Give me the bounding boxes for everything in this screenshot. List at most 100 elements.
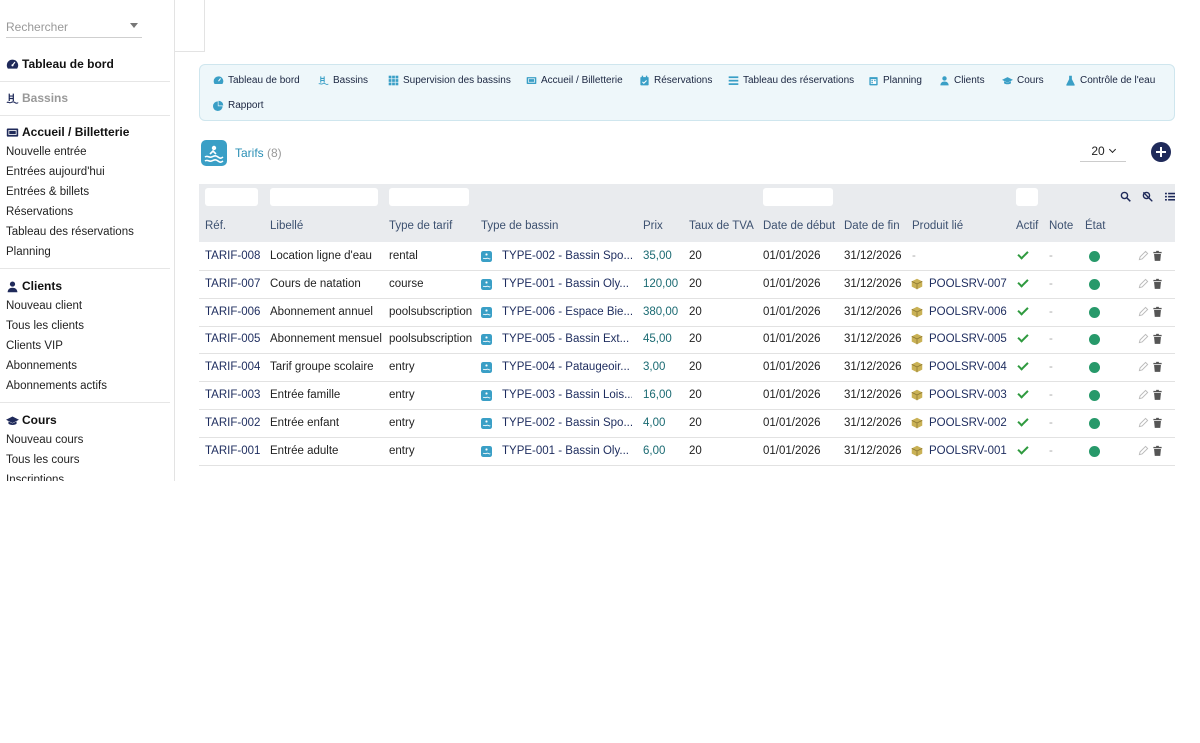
product-link[interactable]: POOLSRV-004: [929, 361, 1007, 373]
pool-type-link[interactable]: TYPE-002 - Bassin Spo...: [502, 417, 632, 429]
pool-type-link[interactable]: TYPE-003 - Bassin Lois...: [502, 389, 632, 401]
nav-item-report[interactable]: Rapport: [213, 98, 264, 112]
ref-link[interactable]: TARIF-002: [205, 417, 260, 429]
search-box[interactable]: [6, 16, 142, 38]
sidebar-section-title[interactable]: Cours: [6, 410, 170, 430]
edit-icon[interactable]: [1138, 417, 1149, 428]
chevron-down-icon[interactable]: [130, 23, 138, 28]
ref-link[interactable]: TARIF-001: [205, 445, 260, 457]
table-row[interactable]: TARIF-002 Entrée enfant entry TYPE-002 - Ba…: [199, 410, 1175, 438]
table-row[interactable]: TARIF-006 Abonnement annuel poolsubscripti…: [199, 299, 1175, 327]
table-row[interactable]: TARIF-004 Tarif groupe scolaire entry TYPE-…: [199, 354, 1175, 383]
table-row[interactable]: TARIF-003 Entrée famille entry TYPE-003 - B…: [199, 382, 1175, 410]
edit-icon[interactable]: [1138, 445, 1149, 456]
pool-type-link[interactable]: TYPE-001 - Bassin Oly...: [502, 445, 632, 457]
table-row[interactable]: TARIF-008 Location ligne d'eau rental TYPE-…: [199, 243, 1175, 271]
filter-label-input[interactable]: [270, 188, 378, 206]
sidebar-item-enrollments[interactable]: Inscriptions: [6, 470, 170, 481]
product-link[interactable]: POOLSRV-003: [929, 389, 1007, 401]
column-header-end-date[interactable]: Date de fin: [844, 220, 900, 232]
product-link[interactable]: POOLSRV-002: [929, 417, 1007, 429]
sidebar-item-subscriptions[interactable]: Abonnements: [6, 356, 170, 376]
sidebar-item-all-courses[interactable]: Tous les cours: [6, 450, 170, 470]
add-tariff-button[interactable]: [1151, 142, 1171, 162]
column-header-label[interactable]: Libellé: [270, 220, 303, 232]
sidebar-item-new-entry[interactable]: Nouvelle entrée: [6, 142, 170, 162]
nav-item-reservations[interactable]: Réservations: [639, 73, 712, 87]
column-header-active[interactable]: Actif: [1016, 220, 1038, 232]
product-link[interactable]: POOLSRV-005: [929, 333, 1007, 345]
sidebar-section-title[interactable]: Bassins: [6, 88, 170, 108]
pool-type-link[interactable]: TYPE-005 - Bassin Ext...: [502, 333, 632, 345]
per-page-select[interactable]: 20: [1080, 142, 1126, 162]
pool-type-link[interactable]: TYPE-001 - Bassin Oly...: [502, 278, 632, 290]
column-header-status[interactable]: État: [1085, 220, 1105, 232]
ref-link[interactable]: TARIF-008: [205, 250, 260, 262]
edit-icon[interactable]: [1138, 278, 1149, 289]
ref-link[interactable]: TARIF-007: [205, 278, 260, 290]
nav-item-pool-supervision[interactable]: Supervision des bassins: [388, 73, 511, 87]
column-header-note[interactable]: Note: [1049, 220, 1073, 232]
product-link[interactable]: POOLSRV-001: [929, 445, 1007, 457]
edit-icon[interactable]: [1138, 333, 1149, 344]
ref-link[interactable]: TARIF-006: [205, 306, 260, 318]
ref-link[interactable]: TARIF-005: [205, 333, 260, 345]
product-link[interactable]: POOLSRV-007: [929, 278, 1007, 290]
trash-icon[interactable]: [1152, 389, 1163, 401]
column-header-ref[interactable]: Réf.: [205, 220, 226, 232]
sidebar-item-entries-tickets[interactable]: Entrées & billets: [6, 182, 170, 202]
sidebar-item-vip-clients[interactable]: Clients VIP: [6, 336, 170, 356]
sidebar-item-planning[interactable]: Planning: [6, 242, 170, 262]
nav-item-planning[interactable]: Planning: [868, 73, 922, 87]
edit-icon[interactable]: [1138, 250, 1149, 261]
column-header-vat[interactable]: Taux de TVA: [689, 220, 754, 232]
pool-type-link[interactable]: TYPE-002 - Bassin Spo...: [502, 250, 632, 262]
column-header-start-date[interactable]: Date de début: [763, 220, 835, 232]
sidebar-item-all-clients[interactable]: Tous les clients: [6, 316, 170, 336]
nav-item-courses[interactable]: Cours: [1002, 73, 1044, 87]
trash-icon[interactable]: [1152, 361, 1163, 373]
sidebar-item-new-course[interactable]: Nouveau cours: [6, 430, 170, 450]
edit-icon[interactable]: [1138, 306, 1149, 317]
trash-icon[interactable]: [1152, 250, 1163, 262]
ref-link[interactable]: TARIF-004: [205, 361, 260, 373]
edit-icon[interactable]: [1138, 389, 1149, 400]
sidebar-section-dashboard[interactable]: Tableau de bord: [6, 54, 170, 74]
column-list-icon[interactable]: [1165, 191, 1175, 202]
filter-start-date-input[interactable]: [763, 188, 833, 206]
filter-ref-input[interactable]: [205, 188, 258, 206]
nav-item-reception[interactable]: Accueil / Billetterie: [526, 73, 623, 87]
pool-type-link[interactable]: TYPE-004 - Pataugeoir...: [502, 361, 632, 373]
column-header-pool-type[interactable]: Type de bassin: [481, 220, 558, 232]
table-row[interactable]: TARIF-005 Abonnement mensuel poolsubscript…: [199, 326, 1175, 355]
sidebar-item-reservations-table[interactable]: Tableau des réservations: [6, 222, 170, 242]
nav-item-pools[interactable]: Bassins: [318, 73, 368, 87]
product-link[interactable]: POOLSRV-006: [929, 306, 1007, 318]
trash-icon[interactable]: [1152, 417, 1163, 429]
filter-tariff-type-input[interactable]: [389, 188, 469, 206]
sidebar-section-title[interactable]: Accueil / Billetterie: [6, 122, 170, 142]
filter-active-select[interactable]: [1016, 188, 1038, 206]
column-header-product[interactable]: Produit lié: [912, 220, 963, 232]
sidebar-section-title[interactable]: Tableau de bord: [6, 54, 170, 74]
sidebar-item-today-entries[interactable]: Entrées aujourd'hui: [6, 162, 170, 182]
nav-item-water-control[interactable]: Contrôle de l'eau: [1065, 73, 1155, 87]
clear-filter-icon[interactable]: [1142, 191, 1153, 202]
trash-icon[interactable]: [1152, 333, 1163, 345]
table-row[interactable]: TARIF-001 Entrée adulte entry TYPE-001 - Ba…: [199, 438, 1175, 466]
column-header-price[interactable]: Prix: [643, 220, 663, 232]
sidebar-section-pools[interactable]: Bassins: [6, 88, 170, 108]
sidebar-section-title[interactable]: Clients: [6, 276, 170, 296]
nav-item-clients[interactable]: Clients: [939, 73, 985, 87]
search-icon[interactable]: [1120, 191, 1131, 202]
sidebar-item-new-client[interactable]: Nouveau client: [6, 296, 170, 316]
sidebar-item-reservations[interactable]: Réservations: [6, 202, 170, 222]
nav-item-reservations-table[interactable]: Tableau des réservations: [728, 73, 854, 87]
column-header-tariff-type[interactable]: Type de tarif: [389, 220, 452, 232]
pool-type-link[interactable]: TYPE-006 - Espace Bie...: [502, 306, 632, 318]
trash-icon[interactable]: [1152, 278, 1163, 290]
sidebar-item-active-subscriptions[interactable]: Abonnements actifs: [6, 376, 170, 396]
table-row[interactable]: TARIF-007 Cours de natation course TYPE-001…: [199, 271, 1175, 299]
trash-icon[interactable]: [1152, 445, 1163, 457]
search-input[interactable]: [6, 16, 126, 34]
